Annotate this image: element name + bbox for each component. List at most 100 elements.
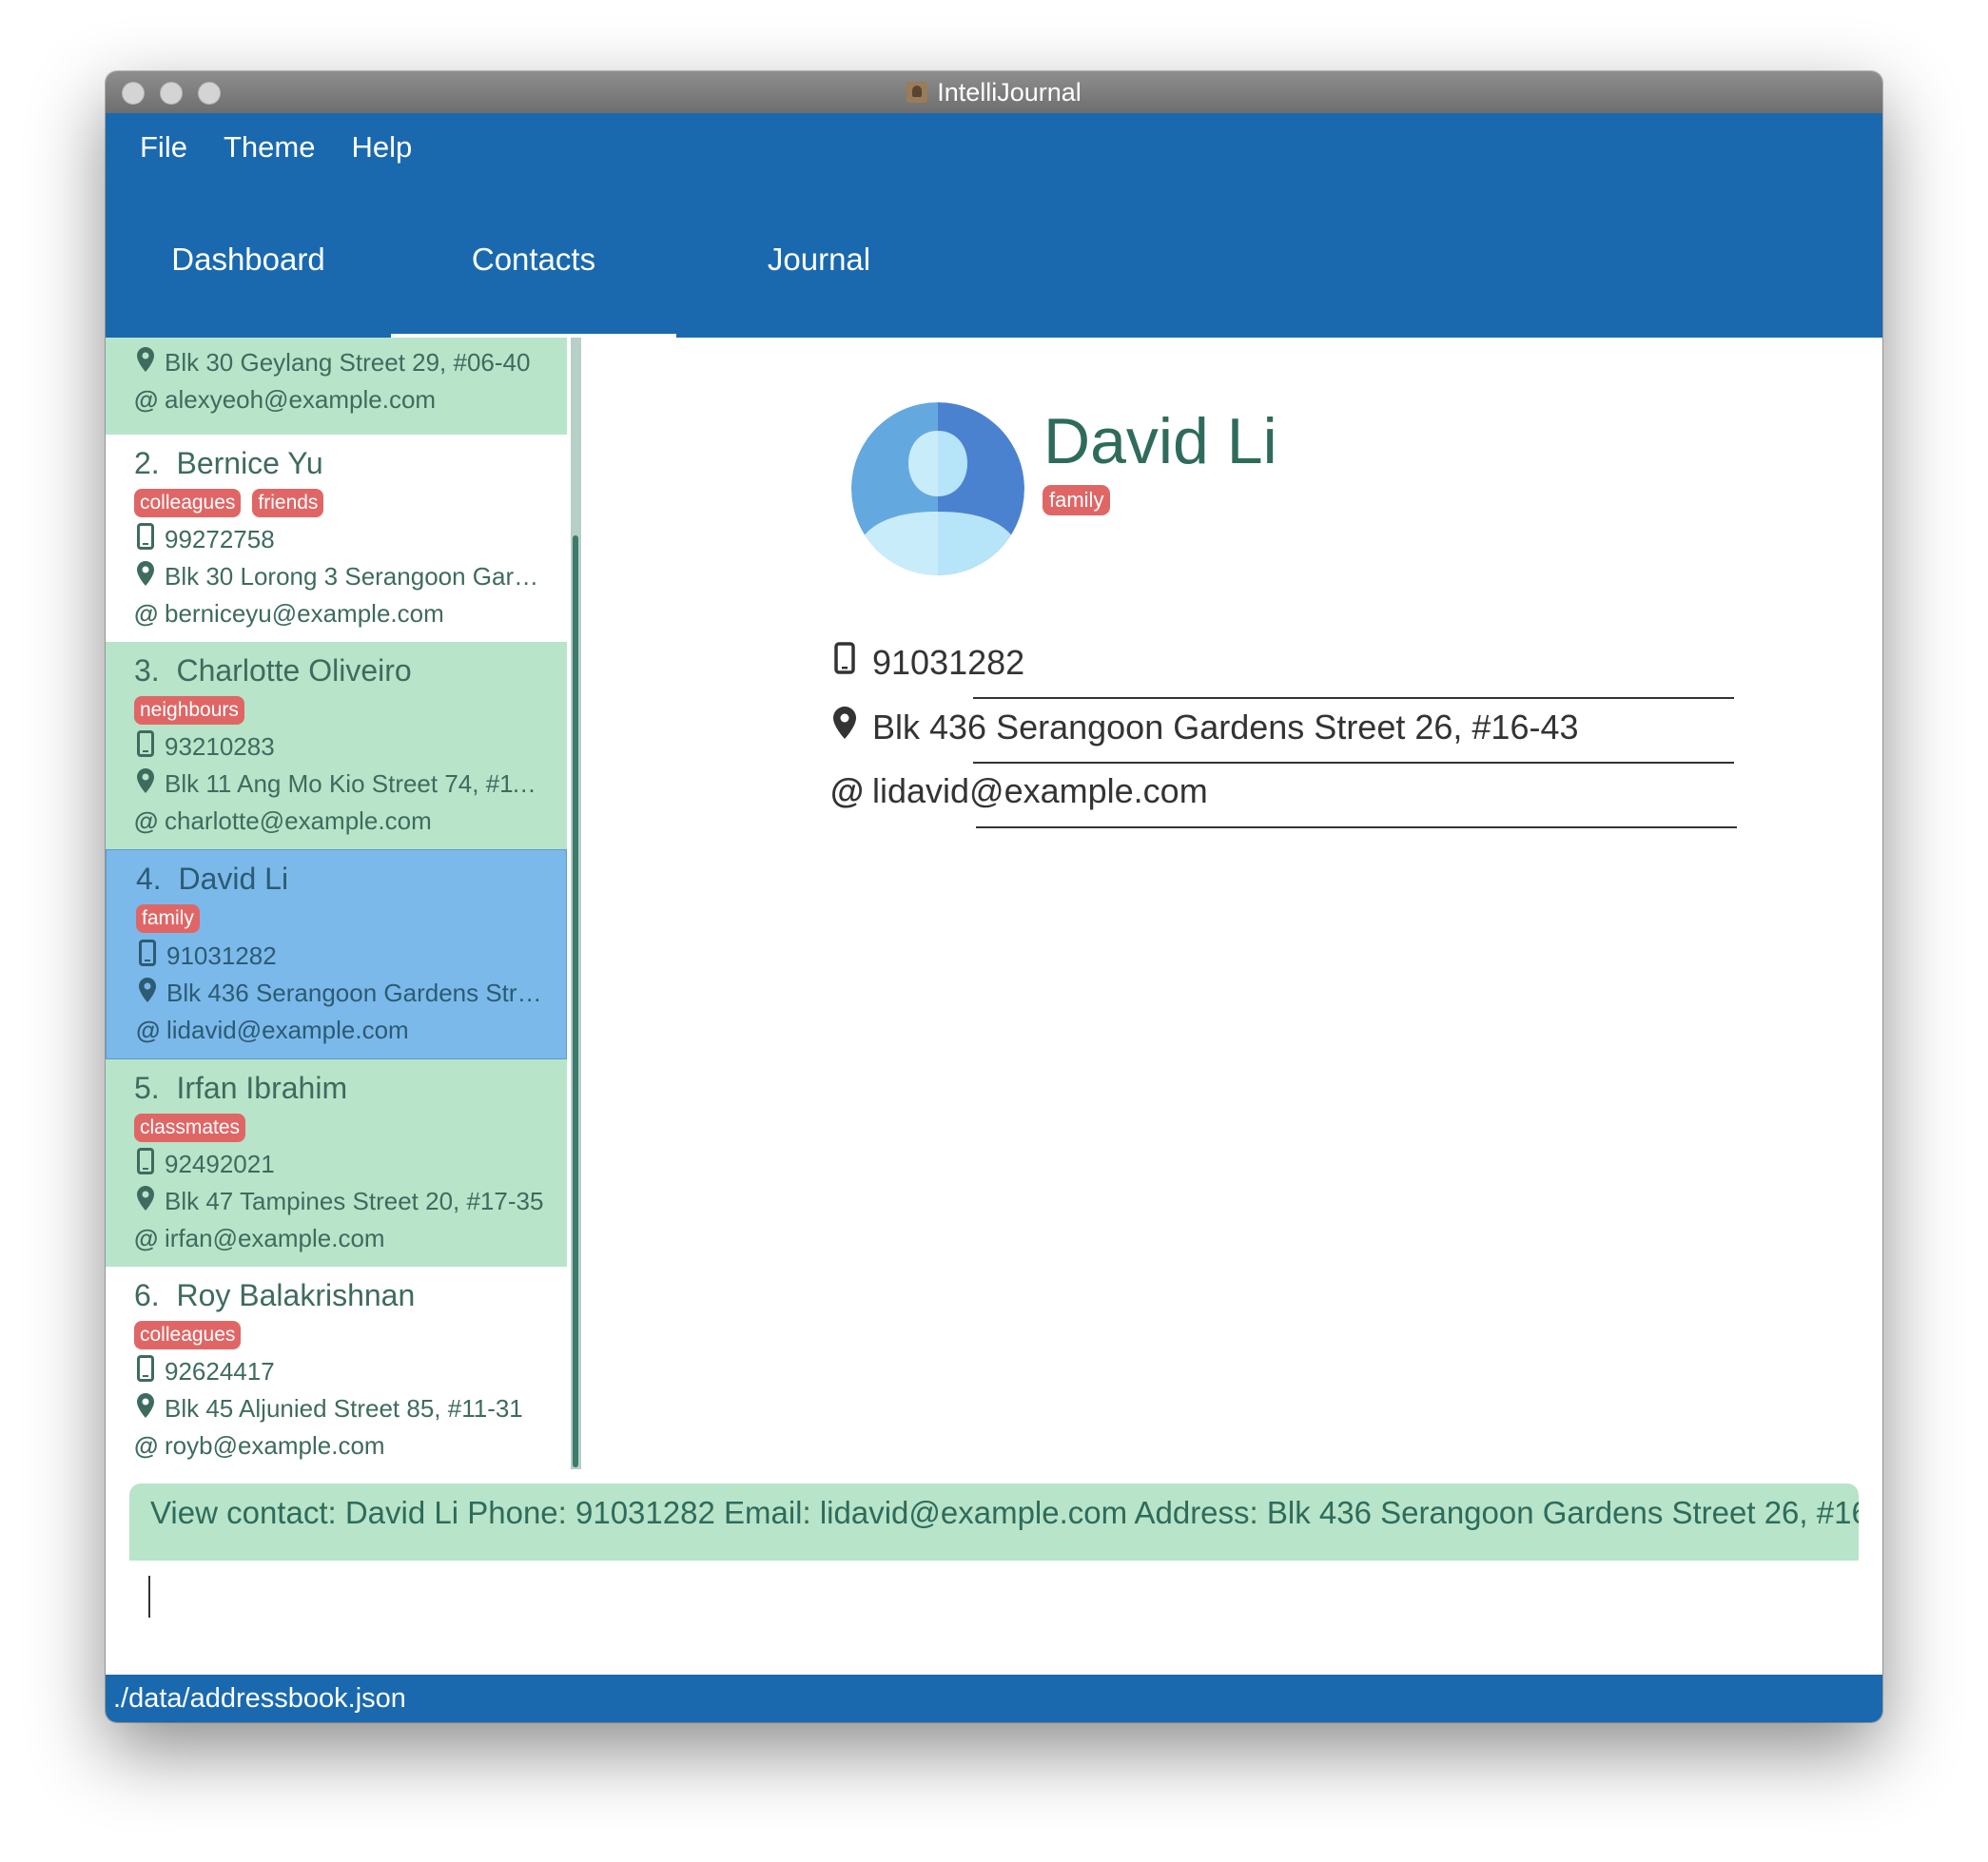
at-sign-icon: @ [134, 806, 159, 835]
contact-address: Blk 47 Tampines Street 20, #17-35 [165, 1187, 544, 1215]
contact-phone: 92624417 [165, 1357, 275, 1386]
contact-name-text: Charlotte Oliveiro [176, 653, 412, 688]
contact-address-row: Blk 47 Tampines Street 20, #17-35 [134, 1186, 543, 1217]
menu-file[interactable]: File [140, 130, 187, 165]
contact-phone: 99272758 [165, 525, 275, 553]
contact-phone-row: 92492021 [134, 1148, 275, 1181]
contact-email: charlotte@example.com [165, 806, 432, 835]
at-sign-icon: @ [134, 599, 159, 628]
phone-icon [134, 1355, 157, 1388]
contact-name: 2. Bernice Yu [134, 446, 323, 481]
location-pin-icon [136, 978, 159, 1009]
contact-tags: classmates [134, 1114, 246, 1142]
location-pin-icon [830, 707, 859, 747]
contact-tags: family [136, 904, 200, 933]
contact-card-5[interactable]: 5. Irfan Ibrahim classmates 92492021 Blk… [106, 1059, 567, 1267]
contact-address-row: Blk 30 Lorong 3 Serangoon Garden... [134, 561, 545, 592]
contact-tags: neighbours [134, 696, 244, 725]
location-pin-icon [134, 1393, 157, 1425]
contact-phone-row: 99272758 [134, 523, 275, 556]
contact-address-row: Blk 45 Aljunied Street 85, #11-31 [134, 1393, 523, 1425]
menu-theme[interactable]: Theme [224, 130, 315, 165]
contact-address: Blk 30 Geylang Street 29, #06-40 [165, 348, 531, 377]
detail-phone: 91031282 [872, 642, 1025, 682]
location-pin-icon [134, 1186, 157, 1217]
contact-card-2[interactable]: 2. Bernice Yu colleagues friends 9927275… [106, 435, 567, 642]
contact-address: Blk 30 Lorong 3 Serangoon Garden... [165, 562, 545, 591]
contact-name: 3. Charlotte Oliveiro [134, 653, 412, 689]
contact-name-text: Irfan Ibrahim [176, 1071, 348, 1105]
avatar [851, 402, 1024, 575]
contact-tags: colleagues [134, 1321, 242, 1349]
detail-address: Blk 436 Serangoon Gardens Street 26, #16… [872, 707, 1579, 747]
contact-address: Blk 11 Ang Mo Kio Street 74, #11-04 [165, 769, 545, 798]
at-sign-icon: @ [134, 385, 159, 414]
command-input[interactable] [106, 1561, 1882, 1675]
status-bar: ./data/addressbook.json [106, 1675, 1882, 1722]
contact-card-partial[interactable]: Blk 30 Geylang Street 29, #06-40 @ alexy… [106, 338, 567, 435]
contact-email-row: @ berniceyu@example.com [134, 599, 444, 629]
contact-phone: 93210283 [165, 732, 275, 761]
app-window: IntelliJournal File Theme Help Dashboard… [106, 71, 1882, 1722]
at-sign-icon: @ [134, 1431, 159, 1460]
phone-icon [830, 642, 859, 683]
detail-email-row: @ lidavid@example.com [830, 771, 1208, 811]
contact-index: 6. [134, 1278, 160, 1312]
detail-name: David Li [1043, 405, 1277, 477]
title-bar: IntelliJournal [106, 71, 1882, 114]
location-pin-icon [134, 561, 157, 592]
detail-phone-underline [973, 697, 1734, 699]
contact-phone-row: 92624417 [134, 1355, 275, 1388]
tab-contacts[interactable]: Contacts [391, 182, 676, 338]
tag: classmates [134, 1114, 246, 1142]
tab-dashboard[interactable]: Dashboard [106, 182, 391, 338]
tab-dashboard-label: Dashboard [171, 242, 325, 277]
tag: colleagues [134, 1321, 242, 1349]
contact-card-4[interactable]: 4. David Li family 91031282 Blk 436 Sera… [106, 849, 567, 1059]
phone-icon [134, 1148, 157, 1181]
contact-email: irfan@example.com [165, 1224, 385, 1252]
phone-icon [136, 940, 159, 973]
tag: colleagues [134, 489, 242, 517]
contact-address-row: Blk 11 Ang Mo Kio Street 74, #11-04 [134, 768, 545, 800]
at-sign-icon: @ [136, 1016, 161, 1044]
main-content: Blk 30 Geylang Street 29, #06-40 @ alexy… [106, 338, 1882, 1629]
contact-card-3[interactable]: 3. Charlotte Oliveiro neighbours 9321028… [106, 642, 567, 849]
contact-email-row: @ irfan@example.com [134, 1224, 385, 1253]
tag: family [136, 904, 200, 933]
window-title: IntelliJournal [937, 77, 1082, 107]
contact-email: lidavid@example.com [166, 1016, 409, 1044]
contact-address: Blk 436 Serangoon Gardens Street ... [166, 979, 547, 1007]
detail-tag: family [1043, 485, 1111, 515]
contact-tags: colleagues friends [134, 489, 324, 517]
contact-phone: 92492021 [165, 1150, 275, 1178]
contact-phone-row: 91031282 [136, 940, 277, 973]
window-title-group: IntelliJournal [106, 71, 1882, 113]
contact-address-row: Blk 436 Serangoon Gardens Street ... [136, 978, 547, 1009]
contact-email-row: @ lidavid@example.com [136, 1016, 409, 1045]
phone-icon [134, 523, 157, 556]
menu-help[interactable]: Help [351, 130, 412, 165]
tab-journal[interactable]: Journal [676, 182, 962, 338]
contact-detail-panel: David Li family 91031282 Blk 436 Serango… [581, 338, 1882, 1469]
contact-card-6[interactable]: 6. Roy Balakrishnan colleagues 92624417 … [106, 1267, 567, 1469]
contact-index: 2. [134, 446, 160, 480]
detail-address-row: Blk 436 Serangoon Gardens Street 26, #16… [830, 707, 1579, 747]
detail-address-underline [973, 762, 1734, 764]
contact-address-row: Blk 30 Geylang Street 29, #06-40 [134, 347, 530, 378]
detail-email: lidavid@example.com [872, 771, 1208, 810]
tab-bar: Dashboard Contacts Journal [106, 182, 1882, 338]
contact-list-scrollbar-thumb[interactable] [573, 535, 578, 1467]
at-sign-icon: @ [830, 771, 865, 810]
contact-phone: 91031282 [166, 941, 277, 970]
contact-list[interactable]: Blk 30 Geylang Street 29, #06-40 @ alexy… [106, 338, 581, 1469]
contact-email: alexyeoh@example.com [165, 385, 437, 414]
contact-name: 4. David Li [136, 862, 288, 897]
text-caret [148, 1576, 150, 1618]
contact-address: Blk 45 Aljunied Street 85, #11-31 [165, 1394, 523, 1423]
tab-contacts-label: Contacts [471, 242, 596, 277]
contact-name-text: Bernice Yu [176, 446, 323, 480]
contact-name: 5. Irfan Ibrahim [134, 1071, 347, 1106]
menu-bar: File Theme Help [106, 113, 1882, 182]
contact-phone-row: 93210283 [134, 730, 275, 764]
